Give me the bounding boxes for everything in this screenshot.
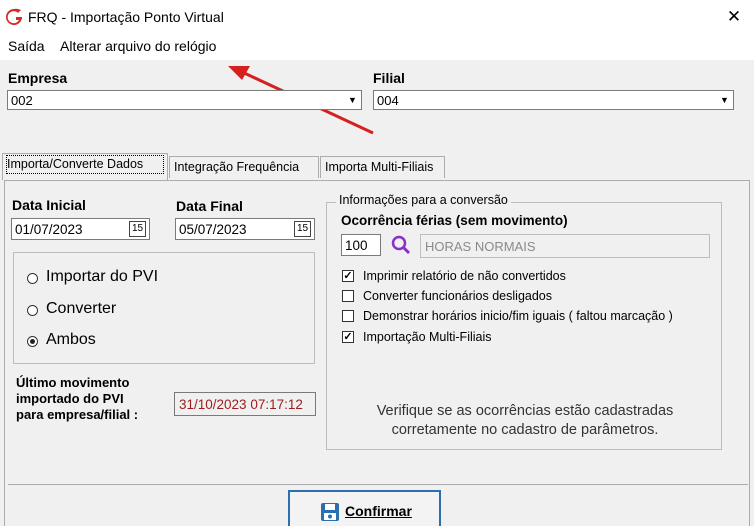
menu-item-alterar-arquivo[interactable]: Alterar arquivo do relógio bbox=[60, 38, 216, 54]
checkbox-demonstrar-horarios[interactable] bbox=[342, 310, 354, 322]
data-final-input[interactable]: 05/07/2023 15 bbox=[175, 218, 315, 240]
search-icon[interactable] bbox=[389, 234, 413, 256]
ferias-code-value: 100 bbox=[345, 238, 368, 253]
calendar-icon[interactable]: 15 bbox=[294, 221, 311, 237]
data-inicial-value: 01/07/2023 bbox=[15, 222, 83, 237]
tab-importa-multi-filiais[interactable]: Importa Multi-Filiais bbox=[320, 156, 445, 178]
checkbox-importacao-multi-filiais[interactable]: ✓ bbox=[342, 331, 354, 343]
checkbox-importacao-multi-filiais-label[interactable]: Importação Multi-Filiais bbox=[363, 330, 492, 344]
save-icon bbox=[321, 503, 339, 521]
ultimo-movimento-value: 31/10/2023 07:17:12 bbox=[179, 397, 303, 412]
ultimo-movimento-field: 31/10/2023 07:17:12 bbox=[174, 392, 316, 416]
menu-item-saida[interactable]: Saída bbox=[8, 38, 45, 54]
bottom-separator bbox=[8, 484, 748, 485]
data-inicial-input[interactable]: 01/07/2023 15 bbox=[11, 218, 150, 240]
radio-ambos-label[interactable]: Ambos bbox=[46, 331, 96, 349]
data-final-label: Data Final bbox=[176, 198, 243, 214]
radio-converter-label[interactable]: Converter bbox=[46, 300, 116, 318]
data-inicial-label: Data Inicial bbox=[12, 197, 86, 213]
ultimo-movimento-label: Último movimento importado do PVI para e… bbox=[16, 375, 138, 423]
checkbox-imprimir-relatorio-label[interactable]: Imprimir relatório de não convertidos bbox=[363, 269, 566, 283]
filial-select[interactable]: 004 ▼ bbox=[373, 90, 734, 110]
radio-importar-pvi-label[interactable]: Importar do PVI bbox=[46, 268, 158, 286]
ferias-description-text: HORAS NORMAIS bbox=[425, 239, 536, 254]
confirm-button[interactable]: Confirmar bbox=[288, 490, 441, 526]
radio-converter[interactable] bbox=[27, 305, 38, 316]
chevron-down-icon[interactable]: ▼ bbox=[716, 91, 733, 109]
conversion-note-line1: Verifique se as ocorrências estão cadast… bbox=[376, 403, 674, 419]
checkbox-converter-desligados-label[interactable]: Converter funcionários desligados bbox=[363, 289, 552, 303]
ferias-description: HORAS NORMAIS bbox=[420, 234, 710, 258]
radio-ambos[interactable] bbox=[27, 336, 38, 347]
frq-logo-icon bbox=[4, 8, 24, 26]
ultimo-movimento-line2: importado do PVI bbox=[16, 391, 124, 406]
conversion-note: Verifique se as ocorrências estão cadast… bbox=[332, 402, 718, 440]
confirm-button-label: Confirmar bbox=[345, 503, 412, 519]
ferias-label: Ocorrência férias (sem movimento) bbox=[341, 213, 568, 228]
radio-importar-pvi[interactable] bbox=[27, 273, 38, 284]
filial-label: Filial bbox=[373, 70, 405, 86]
checkbox-imprimir-relatorio[interactable]: ✓ bbox=[342, 270, 354, 282]
ultimo-movimento-line3: para empresa/filial : bbox=[16, 407, 139, 422]
data-final-value: 05/07/2023 bbox=[179, 222, 247, 237]
checkbox-demonstrar-horarios-label[interactable]: Demonstrar horários inicio/fim iguais ( … bbox=[363, 309, 673, 323]
empresa-label: Empresa bbox=[8, 70, 68, 86]
chevron-down-icon[interactable]: ▼ bbox=[344, 91, 361, 109]
tab-focus-rect bbox=[6, 155, 164, 174]
empresa-select[interactable]: 002 ▼ bbox=[7, 90, 362, 110]
filial-value: 004 bbox=[377, 93, 399, 108]
window-title: FRQ - Importação Ponto Virtual bbox=[28, 9, 224, 25]
ultimo-movimento-line1: Último movimento bbox=[16, 375, 130, 390]
conversion-note-line2: corretamente no cadastro de parâmetros. bbox=[391, 422, 659, 438]
conversion-group-title: Informações para a conversão bbox=[336, 193, 511, 207]
ferias-code-input[interactable]: 100 bbox=[341, 234, 381, 256]
tab-integracao-frequencia[interactable]: Integração Frequência bbox=[169, 156, 319, 178]
empresa-value: 002 bbox=[11, 93, 33, 108]
checkbox-converter-desligados[interactable] bbox=[342, 290, 354, 302]
close-icon[interactable]: ✕ bbox=[722, 5, 746, 29]
calendar-icon[interactable]: 15 bbox=[129, 221, 146, 237]
